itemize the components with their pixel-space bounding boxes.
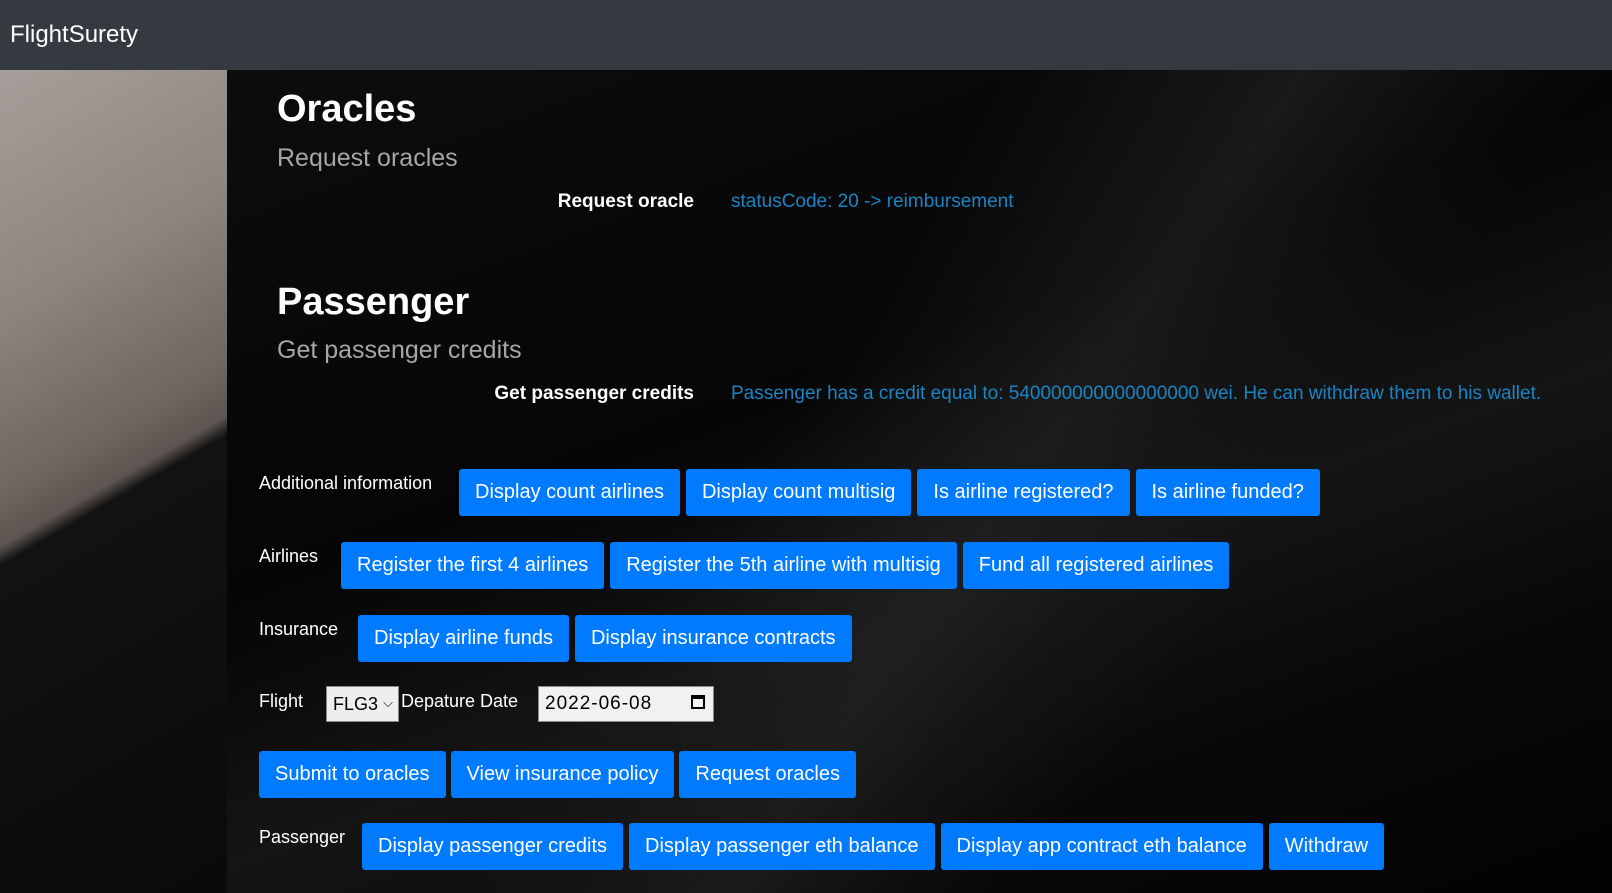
insurance-buttons: Display airline funds Display insurance … <box>358 615 852 662</box>
request-oracle-label: Request oracle <box>557 191 694 212</box>
submit-to-oracles-button[interactable]: Submit to oracles <box>259 751 446 798</box>
departure-date-label: Depature Date <box>401 691 519 711</box>
passenger-credits-label: Get passenger credits <box>494 383 694 404</box>
departure-date-input[interactable]: 2022-06-08 <box>538 686 714 722</box>
calendar-icon[interactable] <box>691 695 705 709</box>
withdraw-button[interactable]: Withdraw <box>1268 823 1385 870</box>
request-oracles-button[interactable]: Request oracles <box>679 751 856 798</box>
oracle-action-buttons: Submit to oracles View insurance policy … <box>259 751 856 798</box>
insurance-label: Insurance <box>259 619 339 639</box>
passenger-title: Passenger <box>277 281 470 323</box>
airlines-buttons: Register the first 4 airlines Register t… <box>341 542 1230 589</box>
departure-date-value: 2022-06-08 <box>545 693 653 714</box>
oracles-subtitle: Request oracles <box>277 144 458 172</box>
airlines-label: Airlines <box>259 546 319 566</box>
passenger-subtitle: Get passenger credits <box>277 336 522 364</box>
is-airline-funded-button[interactable]: Is airline funded? <box>1135 469 1320 516</box>
view-insurance-policy-button[interactable]: View insurance policy <box>450 751 675 798</box>
additional-info-buttons: Display count airlines Display count mul… <box>459 469 1320 516</box>
register-5th-airline-multisig-button[interactable]: Register the 5th airline with multisig <box>610 542 957 589</box>
additional-info-label: Additional information <box>259 473 433 493</box>
display-insurance-contracts-button[interactable]: Display insurance contracts <box>574 615 852 662</box>
fund-all-airlines-button[interactable]: Fund all registered airlines <box>962 542 1230 589</box>
flight-label: Flight <box>259 691 304 711</box>
display-count-airlines-button[interactable]: Display count airlines <box>459 469 680 516</box>
passenger-credits-status: Passenger has a credit equal to: 5400000… <box>731 383 1542 404</box>
oracle-status-text: statusCode: 20 -> reimbursement <box>731 191 1014 212</box>
passenger-action-buttons: Display passenger credits Display passen… <box>362 823 1385 870</box>
passenger-actions-label: Passenger <box>259 827 346 847</box>
display-passenger-credits-button[interactable]: Display passenger credits <box>362 823 623 870</box>
display-app-contract-eth-balance-button[interactable]: Display app contract eth balance <box>940 823 1263 870</box>
chevron-down-icon: ⌵ <box>383 695 393 710</box>
register-first-4-airlines-button[interactable]: Register the first 4 airlines <box>341 542 605 589</box>
is-airline-registered-button[interactable]: Is airline registered? <box>917 469 1130 516</box>
main-content: Oracles Request oracles Request oracle s… <box>0 0 1612 893</box>
flight-select-value: FLG3 <box>333 693 379 714</box>
oracles-title: Oracles <box>277 88 417 130</box>
display-count-multisig-button[interactable]: Display count multisig <box>685 469 912 516</box>
display-passenger-eth-balance-button[interactable]: Display passenger eth balance <box>629 823 935 870</box>
flight-select[interactable]: FLG3 ⌵ <box>326 686 399 722</box>
display-airline-funds-button[interactable]: Display airline funds <box>358 615 569 662</box>
